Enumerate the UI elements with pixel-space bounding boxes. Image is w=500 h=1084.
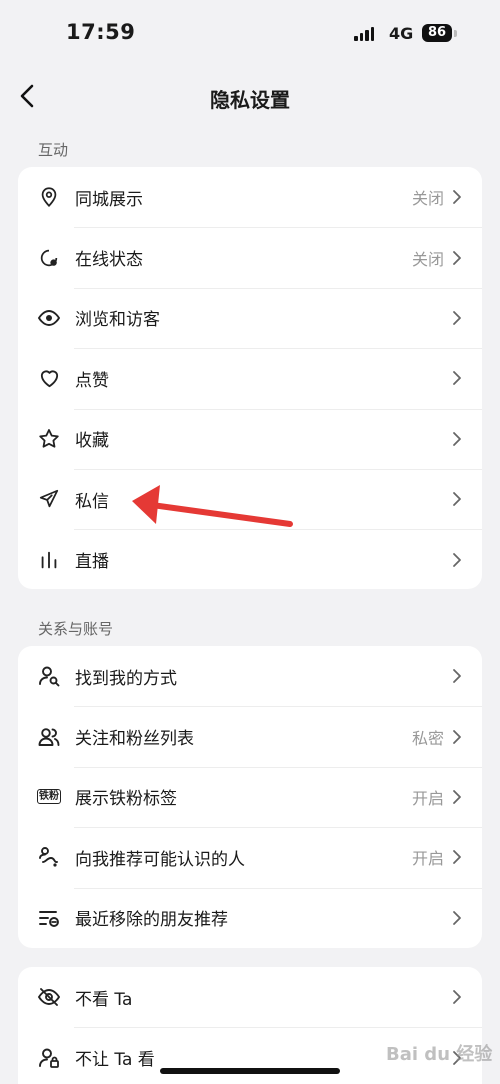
row-label: 最近移除的朋友推荐	[75, 910, 228, 931]
chevron-right-icon	[453, 190, 461, 205]
settings-row-find-me[interactable]: 找到我的方式	[18, 646, 482, 706]
settings-row-live[interactable]: 直播	[18, 529, 482, 589]
status-time: 17:59	[66, 20, 136, 44]
user-lock-icon	[37, 1046, 61, 1070]
chevron-right-icon	[453, 250, 461, 265]
row-label: 点赞	[75, 370, 109, 391]
chevron-right-icon	[453, 371, 461, 386]
row-value: 关闭	[411, 249, 444, 269]
chevron-right-icon	[453, 850, 461, 865]
row-label: 收藏	[75, 431, 109, 452]
signal-icon	[354, 27, 374, 41]
chevron-right-icon	[453, 492, 461, 507]
eye-icon	[37, 306, 61, 330]
settings-row-fan-tag[interactable]: 铁粉 展示铁粉标签 开启	[18, 766, 482, 827]
row-label: 浏览和访客	[75, 310, 160, 331]
removed-list-icon	[37, 906, 61, 930]
page-title: 隐私设置	[210, 88, 290, 112]
fan-tag-text: 铁粉	[37, 789, 61, 805]
recommend-icon	[37, 845, 61, 869]
row-label: 私信	[75, 491, 109, 512]
settings-row-favorites[interactable]: 收藏	[18, 408, 482, 469]
row-value: 开启	[411, 788, 444, 808]
battery-icon: 86	[422, 24, 452, 42]
settings-row-likes[interactable]: 点赞	[18, 348, 482, 408]
row-label: 在线状态	[75, 250, 143, 271]
row-label: 不让 Ta 看	[75, 1050, 155, 1071]
settings-row-follow-list[interactable]: 关注和粉丝列表 私密	[18, 706, 482, 766]
card-block: 不看 Ta 不让 Ta 看	[18, 967, 482, 1084]
card-interaction: 同城展示 关闭 在线状态 关闭 浏览和访客 点赞 收藏 私信 直播	[18, 167, 482, 589]
star-icon	[37, 427, 61, 451]
eye-off-icon	[37, 985, 61, 1009]
card-account: 找到我的方式 关注和粉丝列表 私密 铁粉 展示铁粉标签 开启 向我推荐可能认识的…	[18, 646, 482, 948]
live-bars-icon	[37, 548, 61, 572]
battery-tip	[454, 30, 457, 37]
row-label: 同城展示	[75, 189, 143, 210]
fan-tag-icon: 铁粉	[37, 785, 61, 809]
row-label: 向我推荐可能认识的人	[75, 849, 245, 870]
section-label-interaction: 互动	[38, 141, 69, 159]
chevron-right-icon	[453, 729, 461, 744]
row-label: 展示铁粉标签	[75, 789, 177, 810]
user-search-icon	[37, 664, 61, 688]
chevron-right-icon	[453, 431, 461, 446]
settings-row-nearby[interactable]: 同城展示 关闭	[18, 167, 482, 227]
row-value: 关闭	[411, 189, 444, 209]
nav-bar: 隐私设置	[0, 70, 500, 124]
settings-row-removed[interactable]: 最近移除的朋友推荐	[18, 887, 482, 948]
settings-row-recommend[interactable]: 向我推荐可能认识的人 开启	[18, 827, 482, 887]
chevron-right-icon	[453, 990, 461, 1005]
chevron-right-icon	[453, 552, 461, 567]
row-label: 找到我的方式	[75, 668, 177, 689]
watermark: Bai du 经验	[386, 1044, 493, 1065]
row-label: 直播	[75, 552, 109, 573]
row-label: 不看 Ta	[75, 989, 133, 1010]
online-status-icon	[37, 246, 61, 270]
row-label: 关注和粉丝列表	[75, 729, 194, 750]
chevron-right-icon	[453, 790, 461, 804]
heart-icon	[37, 366, 61, 390]
status-bar: 17:59 4G 86	[0, 0, 500, 70]
settings-row-hide-their[interactable]: 不看 Ta	[18, 967, 482, 1027]
users-icon	[37, 725, 61, 749]
network-type: 4G	[389, 24, 414, 43]
location-pin-icon	[37, 185, 61, 209]
home-indicator[interactable]	[160, 1068, 340, 1074]
row-value: 开启	[411, 849, 444, 869]
settings-row-visitors[interactable]: 浏览和访客	[18, 287, 482, 348]
settings-row-online-status[interactable]: 在线状态 关闭	[18, 227, 482, 287]
paper-plane-icon	[37, 487, 61, 511]
chevron-right-icon	[453, 669, 461, 684]
section-label-account: 关系与账号	[38, 620, 114, 638]
settings-row-messages[interactable]: 私信	[18, 468, 482, 529]
row-value: 私密	[411, 728, 444, 748]
chevron-right-icon	[453, 910, 461, 925]
chevron-right-icon	[453, 311, 461, 325]
